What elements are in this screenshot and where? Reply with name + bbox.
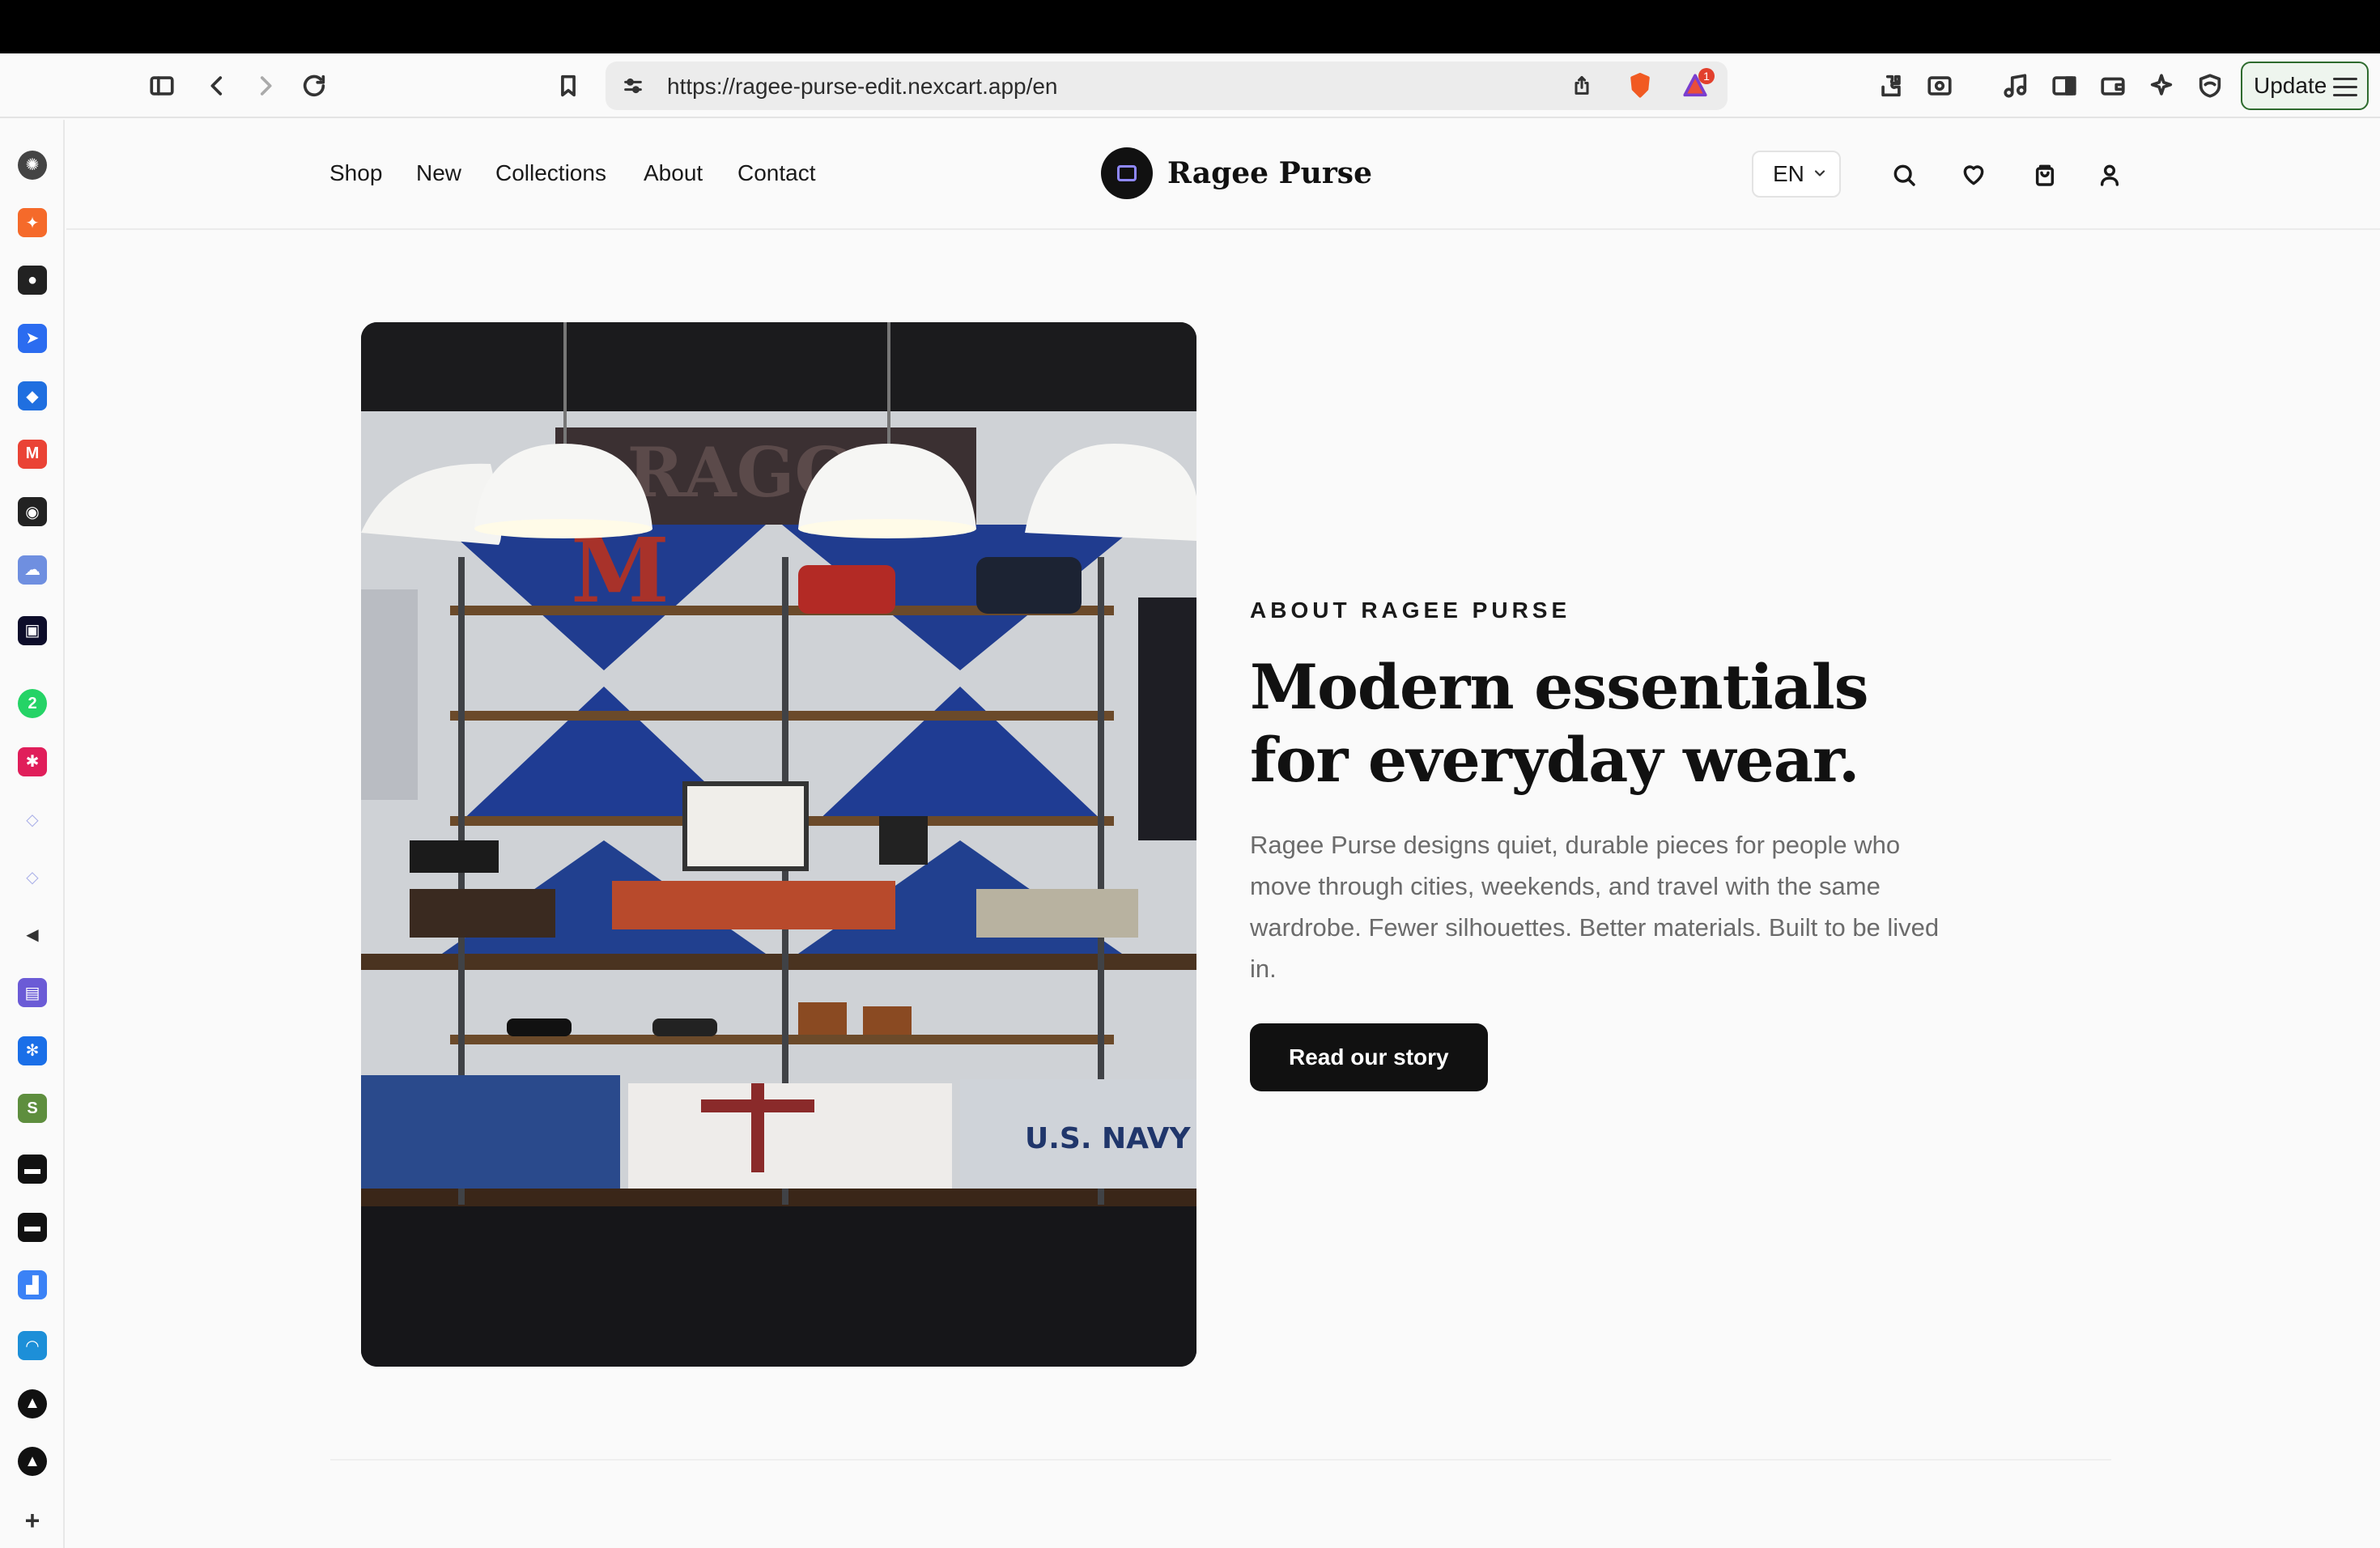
chevron-down-icon — [1814, 170, 1825, 176]
about-copy: ABOUT RAGEE PURSE Modern essentials for … — [1250, 598, 1978, 1091]
apple-icon[interactable]: ● — [18, 266, 47, 296]
os-menu-bar — [0, 0, 2380, 53]
search-icon[interactable] — [1888, 159, 1920, 191]
notification-badge: 1 — [1698, 68, 1715, 84]
github-icon[interactable]: ◉ — [18, 497, 47, 527]
brand-name: Ragee Purse — [1167, 156, 1372, 190]
back-icon[interactable] — [201, 70, 233, 102]
nav-about[interactable]: About — [644, 160, 703, 186]
nav-new[interactable]: New — [416, 160, 461, 186]
browser-sidebar: ✺ ✦ ● ➤ ◆ M ◉ ☁ ▣ 2 ✱ ◇ ◇ ◀ ▤ ✻ S ▬ ▬ ▟ ◠ ▲ ▲ + — [0, 120, 65, 1548]
analytics-icon[interactable]: ▟ — [18, 1270, 47, 1300]
reader-icon[interactable] — [1923, 70, 1956, 102]
triangle-icon[interactable]: ▲ — [18, 1447, 47, 1477]
chat-bubble-icon[interactable]: ◆ — [18, 381, 47, 411]
store-interior-illustration: RAGGE M U.S. NAVY — [361, 322, 1196, 1367]
spark-icon[interactable]: ✦ — [18, 208, 47, 238]
monitor-icon[interactable]: ▣ — [18, 615, 47, 645]
update-label: Update — [2254, 73, 2327, 98]
brave-shield-icon[interactable] — [1624, 70, 1656, 102]
section-body: Ragee Purse designs quiet, durable piece… — [1250, 831, 1940, 983]
shopify-icon[interactable]: S — [18, 1094, 47, 1124]
about-section: RAGGE M U.S. NAVY ABOUT RAGEE PURSE Mode… — [330, 230, 2111, 1461]
slack-icon[interactable]: ✱ — [18, 746, 47, 776]
read-our-story-button[interactable]: Read our story — [1250, 1023, 1488, 1091]
brand-logo-icon — [1101, 147, 1153, 199]
reload-icon[interactable] — [298, 70, 330, 102]
section-eyebrow: ABOUT RAGEE PURSE — [1250, 598, 1571, 623]
diamond-icon[interactable]: ◇ — [18, 805, 47, 834]
menu-icon — [2333, 78, 2357, 102]
wave-icon[interactable]: ◠ — [18, 1331, 47, 1361]
section-headline: Modern essentials for everyday wear. — [1250, 651, 1868, 796]
extensions-icon[interactable] — [1875, 70, 1907, 102]
terminal-icon[interactable]: ▬ — [18, 1155, 47, 1184]
store-interior-photo: RAGGE M U.S. NAVY — [361, 322, 1196, 1367]
brand-link[interactable]: Ragee Purse — [1101, 147, 1372, 199]
sidepanel-icon[interactable] — [2048, 70, 2080, 102]
bookmark-icon[interactable] — [552, 70, 584, 102]
vpn-shield-icon[interactable] — [2194, 70, 2226, 102]
nav-contact[interactable]: Contact — [737, 160, 816, 186]
gmail-icon[interactable]: M — [18, 439, 47, 469]
site-header: Shop New Collections About Contact Ragee… — [66, 120, 2380, 230]
nav-shop[interactable]: Shop — [329, 160, 382, 186]
triangle-icon[interactable]: ▲ — [18, 1389, 47, 1418]
gear-icon[interactable]: ✻ — [18, 1036, 47, 1065]
cart-bag-icon[interactable] — [2029, 159, 2061, 191]
diamond-icon[interactable]: ◇ — [18, 862, 47, 891]
sidebar-toggle-icon[interactable] — [146, 70, 178, 102]
cloud-icon[interactable]: ☁ — [18, 555, 47, 585]
brave-rewards-icon[interactable]: 1 — [1679, 68, 1715, 102]
whatsapp-icon[interactable]: 2 — [18, 689, 47, 719]
share-icon[interactable] — [1566, 70, 1598, 102]
paper-plane-icon[interactable]: ➤ — [18, 323, 47, 353]
address-bar[interactable]: https://ragee-purse-edit.nexcart.app/en … — [606, 62, 1728, 110]
account-user-icon[interactable] — [2093, 159, 2126, 191]
add-app-icon[interactable]: + — [18, 1506, 47, 1535]
terminal-icon[interactable]: ▬ — [18, 1212, 47, 1242]
ai-sparkle-icon[interactable] — [2145, 70, 2178, 102]
bars-icon[interactable]: ▤ — [18, 978, 47, 1008]
site-settings-icon[interactable] — [617, 70, 649, 102]
url-text[interactable]: https://ragee-purse-edit.nexcart.app/en — [667, 74, 1058, 100]
language-select[interactable]: EN — [1752, 151, 1841, 198]
language-value: EN — [1773, 161, 1804, 186]
sweater-text: U.S. NAVY — [1025, 1122, 1191, 1155]
browser-toolbar: https://ragee-purse-edit.nexcart.app/en … — [0, 53, 2380, 118]
wishlist-heart-icon[interactable] — [1957, 159, 1990, 191]
nav-collections[interactable]: Collections — [495, 160, 606, 186]
chatgpt-icon[interactable]: ✺ — [18, 150, 47, 180]
wallet-icon[interactable] — [2097, 70, 2129, 102]
speaker-icon[interactable]: ◀ — [18, 921, 47, 950]
update-button[interactable]: Update — [2241, 62, 2369, 110]
forward-icon[interactable] — [249, 70, 282, 102]
music-icon[interactable] — [2000, 70, 2032, 102]
